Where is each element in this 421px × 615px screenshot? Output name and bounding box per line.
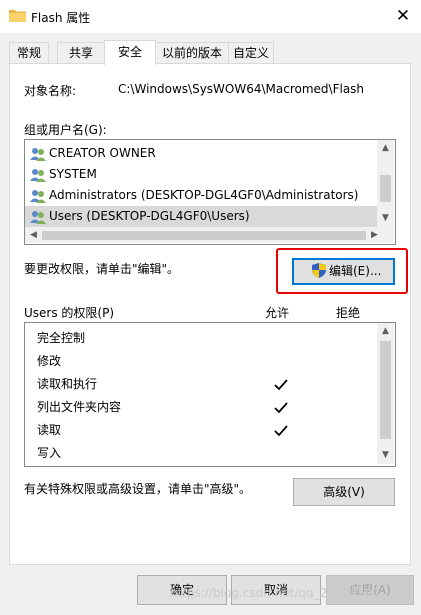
tab-label: 自定义 xyxy=(232,46,269,60)
scroll-down-icon[interactable]: ▼ xyxy=(377,210,394,227)
permission-label: 写入 xyxy=(37,446,62,460)
list-item[interactable]: Administrators (DESKTOP-DGL4GF0\Administ… xyxy=(25,185,377,206)
permissions-label: Users 的权限(P) xyxy=(24,306,115,320)
allow-check-icon xyxy=(274,379,288,391)
tab-label: 共享 xyxy=(68,46,93,60)
title-bar[interactable]: Flash 属性 ✕ xyxy=(0,0,421,33)
list-item[interactable]: SYSTEM xyxy=(25,164,377,185)
permission-label: 读取 xyxy=(37,423,62,437)
tab-label: 常规 xyxy=(16,46,41,60)
edit-hint: 要更改权限，请单击"编辑"。 xyxy=(24,262,180,276)
list-item-label: SYSTEM xyxy=(49,167,97,181)
allow-check-icon xyxy=(274,425,288,437)
scroll-up-icon[interactable]: ▲ xyxy=(377,140,394,157)
object-name-value: C:\Windows\SysWOW64\Macromed\Flash xyxy=(118,82,365,96)
permission-label: 读取和执行 xyxy=(37,377,98,391)
list-item[interactable]: CREATOR OWNER xyxy=(25,143,377,164)
scroll-thumb-horizontal[interactable] xyxy=(42,231,366,240)
users-icon xyxy=(30,190,46,203)
scroll-thumb[interactable] xyxy=(380,341,391,439)
permission-row: 读取和执行 xyxy=(25,374,377,395)
close-button[interactable]: ✕ xyxy=(385,0,421,33)
permissions-vertical-scrollbar[interactable]: ▲ ▼ xyxy=(377,323,394,464)
permission-label: 列出文件夹内容 xyxy=(37,400,122,414)
users-icon xyxy=(30,211,46,224)
edit-button-label: 编辑(E)... xyxy=(329,264,382,278)
tab-label: 以前的版本 xyxy=(161,46,222,60)
window-title: Flash 属性 xyxy=(31,11,91,25)
tab-sharing[interactable]: 共享 xyxy=(57,42,105,63)
tab-security[interactable]: 安全 xyxy=(104,40,156,65)
permission-row: 读取 xyxy=(25,420,377,441)
permission-label: 完全控制 xyxy=(37,331,86,345)
scroll-thumb[interactable] xyxy=(380,175,391,202)
permissions-list[interactable]: 完全控制 修改 读取和执行 列出文件夹内容 读取 写入 ▲ ▼ xyxy=(24,322,396,467)
groups-horizontal-scrollbar[interactable]: ◀ ▶ xyxy=(25,227,394,243)
groups-listbox[interactable]: CREATOR OWNER SYSTEM Administrators (DES… xyxy=(24,139,396,245)
tab-previous-versions[interactable]: 以前的版本 xyxy=(155,42,229,63)
scroll-left-icon[interactable]: ◀ xyxy=(25,227,42,243)
advanced-hint: 有关特殊权限或高级设置，请单击"高级"。 xyxy=(24,482,252,496)
users-icon xyxy=(30,148,46,161)
list-item-label: Users (DESKTOP-DGL4GF0\Users) xyxy=(49,209,250,223)
folder-icon xyxy=(9,10,26,22)
uac-shield-icon xyxy=(312,263,326,278)
tab-customize[interactable]: 自定义 xyxy=(228,42,274,63)
permission-row: 完全控制 xyxy=(25,328,377,349)
allow-check-icon xyxy=(274,402,288,414)
permission-row: 列出文件夹内容 xyxy=(25,397,377,418)
list-item-label: Administrators (DESKTOP-DGL4GF0\Administ… xyxy=(49,188,359,202)
close-icon: ✕ xyxy=(395,6,411,26)
tab-general[interactable]: 常规 xyxy=(9,42,49,63)
scroll-up-icon[interactable]: ▲ xyxy=(377,323,394,340)
groups-label: 组或用户名(G): xyxy=(24,123,107,137)
tab-label: 安全 xyxy=(117,45,142,59)
allow-column-header: 允许 xyxy=(265,306,290,320)
permission-label: 修改 xyxy=(37,354,62,368)
watermark: https://blog.csdn.net/qq_26884501 xyxy=(170,586,381,600)
advanced-button[interactable]: 高级(V) xyxy=(293,478,395,506)
scroll-down-icon[interactable]: ▼ xyxy=(377,447,394,464)
object-name-label: 对象名称: xyxy=(24,84,77,98)
list-item-label: CREATOR OWNER xyxy=(49,146,156,160)
list-item[interactable]: Users (DESKTOP-DGL4GF0\Users) xyxy=(25,206,377,227)
permission-row: 修改 xyxy=(25,351,377,372)
scroll-right-icon[interactable]: ▶ xyxy=(366,227,383,243)
advanced-button-label: 高级(V) xyxy=(323,485,365,499)
users-icon xyxy=(30,169,46,182)
permission-row: 写入 xyxy=(25,443,377,464)
groups-vertical-scrollbar[interactable]: ▲ ▼ xyxy=(377,140,394,227)
deny-column-header: 拒绝 xyxy=(336,306,361,320)
edit-button[interactable]: 编辑(E)... xyxy=(292,258,395,285)
